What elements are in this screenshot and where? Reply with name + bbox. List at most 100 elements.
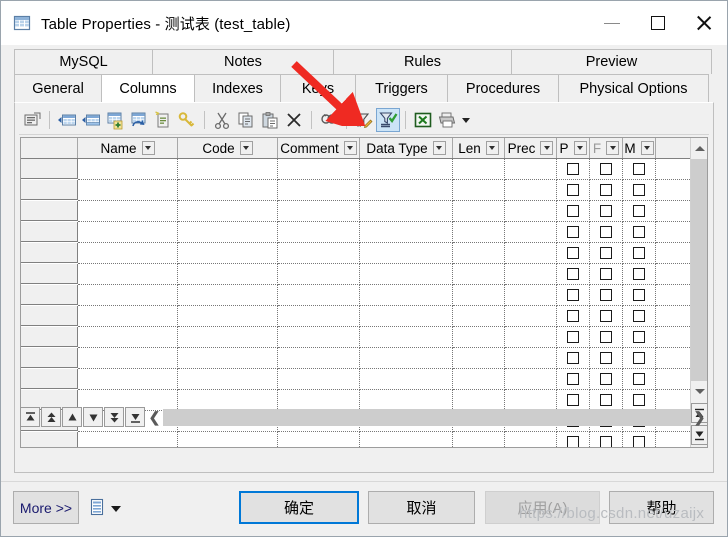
grid-cell-column-comment[interactable]: [278, 243, 360, 264]
checkbox[interactable]: [600, 163, 612, 175]
table-row[interactable]: [21, 327, 707, 348]
print-icon[interactable]: [435, 108, 459, 132]
scroll-up-button[interactable]: [691, 138, 707, 159]
chevron-down-icon[interactable]: [485, 141, 499, 155]
grid-cell-column-data-type[interactable]: [360, 285, 453, 306]
grid-cell-column-data-type[interactable]: [360, 306, 453, 327]
checkbox[interactable]: [633, 331, 645, 343]
checkbox[interactable]: [600, 247, 612, 259]
grid-cell-column-data-type[interactable]: [360, 327, 453, 348]
properties-icon[interactable]: [20, 108, 44, 132]
row-selector-cell[interactable]: [21, 264, 78, 284]
grid-cell-column-filler[interactable]: [656, 348, 692, 369]
grid-header-column-comment[interactable]: Comment: [278, 138, 360, 158]
grid-cell-column-primary[interactable]: [557, 222, 590, 243]
tab-keys[interactable]: Keys: [280, 74, 356, 103]
grid-header-column-name[interactable]: Name: [78, 138, 178, 158]
grid-cell-column-code[interactable]: [178, 222, 278, 243]
checkbox[interactable]: [567, 163, 579, 175]
grid-cell-column-primary[interactable]: [557, 201, 590, 222]
checkbox[interactable]: [633, 163, 645, 175]
find-icon[interactable]: [317, 108, 341, 132]
move-to-top-button[interactable]: [20, 407, 40, 427]
grid-cell-column-name[interactable]: [78, 327, 178, 348]
table-row[interactable]: [21, 369, 707, 390]
grid-cell-column-code[interactable]: [178, 264, 278, 285]
tab-rules[interactable]: Rules: [333, 49, 512, 74]
tab-notes[interactable]: Notes: [152, 49, 334, 74]
tab-triggers[interactable]: Triggers: [355, 74, 448, 103]
grid-cell-column-primary[interactable]: [557, 159, 590, 180]
move-to-bottom-button[interactable]: [125, 407, 145, 427]
close-button[interactable]: [681, 1, 727, 45]
grid-header-column-precision[interactable]: Prec: [505, 138, 557, 158]
grid-cell-column-precision[interactable]: [505, 327, 557, 348]
grid-cell-column-filler[interactable]: [656, 180, 692, 201]
table-row[interactable]: [21, 285, 707, 306]
grid-cell-column-name[interactable]: [78, 222, 178, 243]
grid-cell-column-primary[interactable]: [557, 327, 590, 348]
grid-cell-column-precision[interactable]: [505, 306, 557, 327]
grid-header-column-data-type[interactable]: Data Type: [360, 138, 453, 158]
delete-icon[interactable]: [282, 108, 306, 132]
grid-cell-column-foreign[interactable]: [590, 180, 623, 201]
chevron-down-icon[interactable]: [239, 141, 253, 155]
grid-cell-column-code[interactable]: [178, 348, 278, 369]
chevron-down-icon[interactable]: [540, 141, 554, 155]
grid-cell-column-mandatory[interactable]: [623, 264, 656, 285]
customize-filter-icon[interactable]: [352, 108, 376, 132]
preferences-icon[interactable]: [89, 498, 105, 516]
grid-header-column-foreign[interactable]: F: [590, 138, 623, 158]
help-button[interactable]: 帮助: [609, 491, 714, 524]
grid-cell-column-filler[interactable]: [656, 306, 692, 327]
grid-cell-column-length[interactable]: [453, 306, 505, 327]
grid-cell-column-length[interactable]: [453, 243, 505, 264]
checkbox[interactable]: [633, 436, 645, 447]
scroll-left-chevron[interactable]: ❮: [146, 407, 163, 427]
grid-cell-column-comment[interactable]: [278, 348, 360, 369]
checkbox[interactable]: [600, 226, 612, 238]
grid-cell-column-mandatory[interactable]: [623, 306, 656, 327]
grid-cell-column-comment[interactable]: [278, 432, 360, 447]
checkbox[interactable]: [567, 289, 579, 301]
grid-cell-column-foreign[interactable]: [590, 264, 623, 285]
grid-cell-column-data-type[interactable]: [360, 180, 453, 201]
checkbox[interactable]: [567, 436, 579, 447]
grid-cell-column-code[interactable]: [178, 285, 278, 306]
grid-cell-column-data-type[interactable]: [360, 222, 453, 243]
grid-cell-column-filler[interactable]: [656, 432, 692, 447]
ok-button[interactable]: 确定: [239, 491, 359, 524]
grid-cell-column-primary[interactable]: [557, 264, 590, 285]
checkbox[interactable]: [600, 394, 612, 406]
grid-cell-column-data-type[interactable]: [360, 264, 453, 285]
cancel-button[interactable]: 取消: [368, 491, 475, 524]
checkbox[interactable]: [633, 373, 645, 385]
grid-cell-column-comment[interactable]: [278, 369, 360, 390]
add-row-icon[interactable]: [103, 108, 127, 132]
grid-cell-column-code[interactable]: [178, 327, 278, 348]
grid-cell-column-name[interactable]: [78, 180, 178, 201]
grid-cell-column-foreign[interactable]: [590, 285, 623, 306]
table-row[interactable]: [21, 159, 707, 180]
checkbox[interactable]: [600, 310, 612, 322]
checkbox[interactable]: [633, 247, 645, 259]
grid-header-column-code[interactable]: Code: [178, 138, 278, 158]
checkbox[interactable]: [633, 184, 645, 196]
grid-cell-column-filler[interactable]: [656, 369, 692, 390]
grid-cell-column-mandatory[interactable]: [623, 285, 656, 306]
chevron-down-icon[interactable]: [343, 141, 357, 155]
table-row[interactable]: [21, 243, 707, 264]
grid-cell-column-precision[interactable]: [505, 180, 557, 201]
grid-cell-column-comment[interactable]: [278, 159, 360, 180]
minimize-button[interactable]: [589, 1, 635, 45]
grid-cell-column-name[interactable]: [78, 285, 178, 306]
checkbox[interactable]: [567, 184, 579, 196]
move-down-button[interactable]: [83, 407, 103, 427]
grid-cell-column-name[interactable]: [78, 348, 178, 369]
row-selector-cell[interactable]: [21, 348, 78, 368]
insert-row-icon[interactable]: [55, 108, 79, 132]
grid-cell-column-primary[interactable]: [557, 306, 590, 327]
grid-cell-column-data-type[interactable]: [360, 201, 453, 222]
vertical-scrollbar-thumb[interactable]: [691, 159, 707, 381]
grid-cell-column-filler[interactable]: [656, 222, 692, 243]
